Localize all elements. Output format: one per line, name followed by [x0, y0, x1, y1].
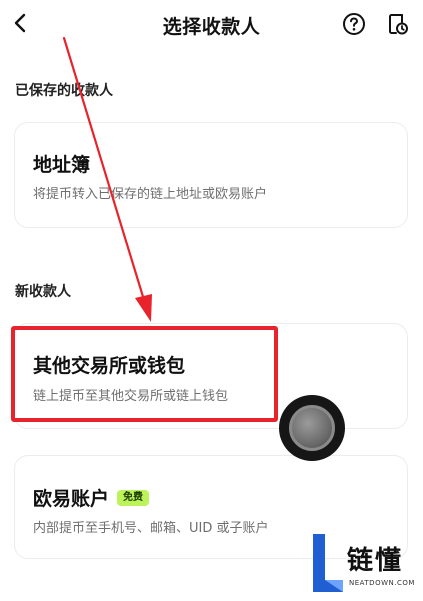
top-bar: 选择收款人	[0, 0, 423, 50]
help-button[interactable]	[341, 11, 367, 37]
free-badge: 免费	[117, 489, 150, 506]
history-button[interactable]	[385, 11, 411, 37]
saved-payees-label: 已保存的收款人	[15, 83, 113, 99]
new-payees-label: 新收款人	[15, 284, 71, 300]
document-clock-icon	[389, 14, 408, 35]
address-book-card[interactable]: 地址簿 将提币转入已保存的链上地址或欧易账户	[14, 122, 408, 228]
highlight-annotation-box	[11, 326, 278, 422]
okx-account-title-row: 欧易账户 免费	[33, 484, 150, 511]
watermark-logo-icon	[313, 534, 343, 592]
touch-indicator-center	[289, 405, 335, 451]
watermark-site: NEATDOWN.COM	[349, 579, 415, 587]
address-book-title: 地址簿	[33, 154, 91, 176]
touch-indicator-icon	[279, 395, 345, 461]
watermark-name: 链懂	[347, 546, 404, 576]
okx-account-description: 内部提币至手机号、邮箱、UID 或子账户	[33, 521, 269, 536]
address-book-description: 将提币转入已保存的链上地址或欧易账户	[33, 187, 268, 202]
okx-account-title: 欧易账户	[33, 488, 110, 510]
watermark: 链懂 NEATDOWN.COM	[309, 530, 419, 596]
question-circle-icon	[343, 13, 365, 35]
